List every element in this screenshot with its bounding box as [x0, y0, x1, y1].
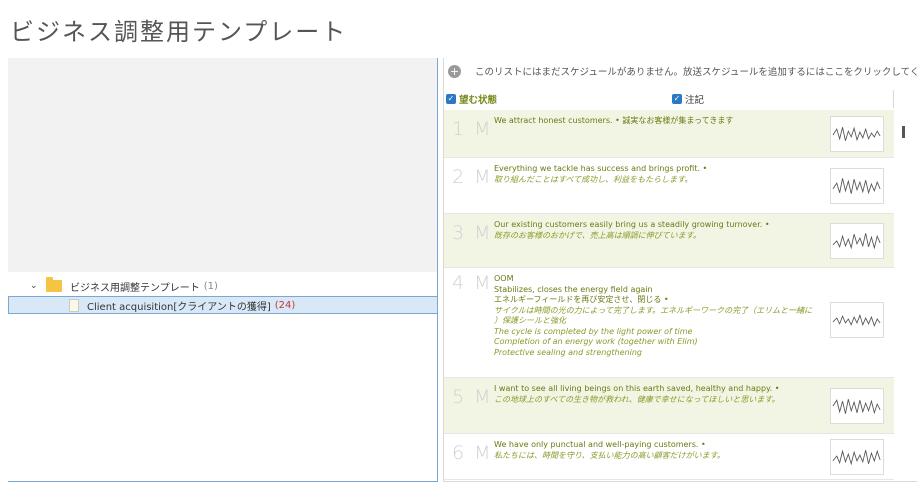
empty-area — [8, 58, 437, 272]
row-text-line: We have only punctual and well-paying cu… — [494, 440, 706, 449]
list-item[interactable]: 5 MI want to see all living beings on th… — [444, 378, 894, 434]
plus-icon[interactable]: + — [448, 64, 461, 78]
row-text-line: Our existing customers easily bring us a… — [494, 220, 770, 229]
row-text-line: エネルギーフィールドを再び安定させ、閉じる • — [494, 295, 669, 304]
folder-icon — [46, 277, 62, 292]
list-item[interactable]: 6 M We have only punctual and well-paying… — [444, 434, 894, 480]
waveform-icon — [832, 178, 881, 195]
schedule-bar-text: このリストにはまだスケジュールがありません。放送スケジュールを追加するにはここを… — [475, 67, 917, 78]
row-text-line: 既存のお客様のおかげで、売上高は順調に伸びています。 — [494, 230, 701, 240]
waveform-thumbnail[interactable] — [830, 302, 884, 338]
row-text-line: Completion of an energy work (together w… — [494, 337, 698, 346]
row-number: 4 M — [452, 272, 493, 294]
document-icon — [69, 298, 79, 312]
row-text: Everything we tackle has success and bri… — [494, 164, 824, 185]
column-state-label: 望む状態 — [459, 95, 498, 106]
column-state[interactable]: ✓ 望む状態 — [446, 92, 497, 106]
waveform-icon — [832, 126, 881, 142]
tree-item-label: Client acquisition[クライアントの獲得] — [87, 301, 271, 313]
row-text: We have only punctual and well-paying cu… — [494, 440, 824, 461]
waveform-thumbnail[interactable] — [830, 439, 884, 475]
row-text: We attract honest customers. • 誠実なお客様が集ま… — [494, 116, 824, 127]
row-text-line: サイクルは時間の光の力によって完了します。エネルギーワークの完了（エリムと一緒に — [494, 305, 813, 315]
row-text-line: We attract honest customers. • 誠実なお客様が集ま… — [494, 116, 734, 125]
waveform-icon — [832, 313, 881, 327]
list-item[interactable]: 2 M Everything we tackle has success and … — [444, 158, 894, 214]
add-schedule-bar[interactable]: + このリストにはまだスケジュールがありません。放送スケジュールを追加するにはこ… — [444, 58, 917, 84]
row-text-line: この地球上のすべての生き物が救われ、健康で幸せになってほしいと思います。 — [494, 394, 780, 404]
row-text-line: OOM — [494, 274, 514, 283]
row-text-line: 私たちには、時間を守り、支払い能力の高い顧客だけがいます。 — [494, 450, 725, 460]
row-number: 6 M — [452, 442, 493, 464]
waveform-thumbnail[interactable] — [830, 388, 884, 424]
list-tree-pane: ⌄ ビジネス用調整テンプレート (1) Client acquisition[ク… — [8, 58, 438, 482]
folder-label: ビジネス用調整テンプレート — [70, 282, 200, 294]
column-header: ✓ 望む状態 ✓ 注記 — [444, 90, 894, 108]
folder-count: (1) — [203, 280, 218, 292]
list-item[interactable]: 4 M OOM Stabilizes, closes the energy fiel… — [444, 268, 894, 378]
waveform-thumbnail[interactable] — [830, 223, 884, 259]
waveform-icon — [832, 233, 881, 250]
list-item[interactable]: 3 M Our existing customers easily bring u… — [444, 214, 894, 268]
row-number: 5 M — [452, 386, 493, 408]
tree-item-count: (24) — [274, 299, 296, 311]
row-text-line: The cycle is completed by the light powe… — [494, 326, 693, 336]
row-text-line: 取り組んだことはすべて成功し、利益をもたらします。 — [494, 174, 693, 184]
schedule-list-pane: + このリストにはまだスケジュールがありません。放送スケジュールを追加するにはこ… — [443, 58, 917, 482]
tree-item-client-acquisition[interactable]: Client acquisition[クライアントの獲得] (24) — [8, 296, 438, 314]
checkbox-checked-icon[interactable]: ✓ — [672, 94, 682, 104]
chevron-down-icon[interactable]: ⌄ — [30, 281, 40, 291]
waveform-icon — [832, 449, 881, 466]
row-text-line: Stabilizes, closes the energy field agai… — [494, 284, 653, 294]
column-note[interactable]: ✓ 注記 — [672, 92, 704, 106]
checkbox-checked-icon[interactable]: ✓ — [446, 94, 456, 104]
row-text-line: Everything we tackle has success and bri… — [494, 164, 708, 173]
row-text: Our existing customers easily bring us a… — [494, 220, 824, 241]
row-text-line: ）保護シールと強化 — [494, 316, 566, 325]
tree-folder[interactable]: ⌄ ビジネス用調整テンプレート (1) — [30, 277, 218, 295]
scrollbar-thumb[interactable] — [902, 126, 905, 138]
list-item[interactable]: 1 M We attract honest customers. • 誠実なお客様… — [444, 110, 894, 158]
column-note-label: 注記 — [685, 95, 705, 106]
row-text-line: Protective sealing and strengthening — [494, 347, 642, 357]
row-number: 3 M — [452, 222, 493, 244]
row-text: OOM Stabilizes, closes the energy field a… — [494, 274, 824, 358]
waveform-thumbnail[interactable] — [830, 168, 884, 204]
row-text: I want to see all living beings on this … — [494, 384, 824, 405]
waveform-thumbnail[interactable] — [830, 116, 884, 152]
waveform-icon — [832, 399, 881, 415]
page-title: ビジネス調整用テンプレート — [10, 18, 348, 46]
row-number: 1 M — [452, 118, 493, 140]
row-text-line: I want to see all living beings on this … — [494, 384, 780, 393]
row-number: 2 M — [452, 166, 493, 188]
